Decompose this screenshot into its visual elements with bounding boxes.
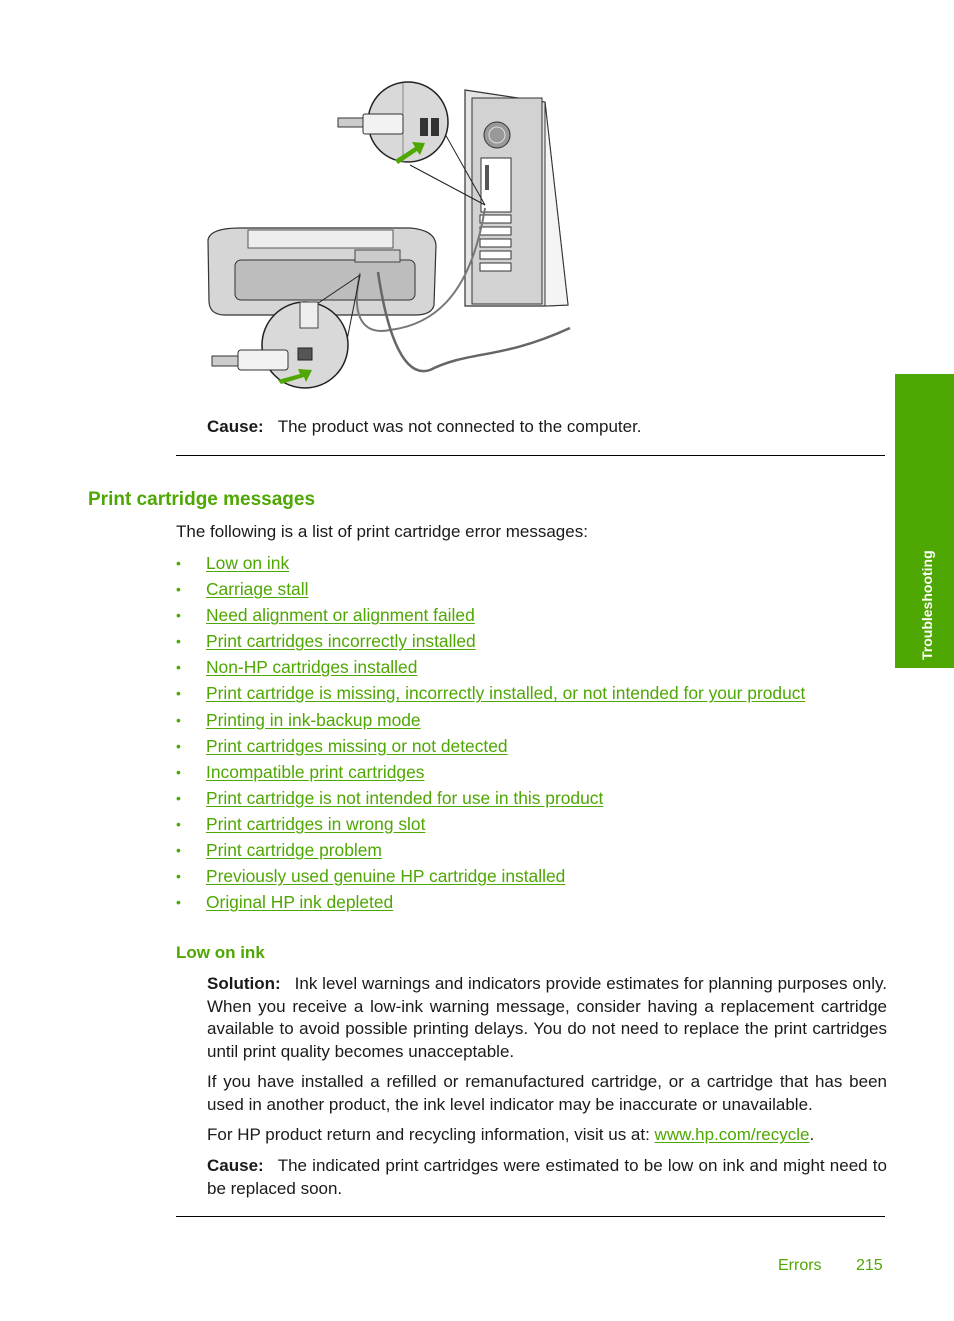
recycle-paragraph: For HP product return and recycling info… — [207, 1124, 887, 1147]
cause-paragraph: Cause: The indicated print cartridges wer… — [207, 1155, 887, 1200]
bullet-icon: • — [176, 607, 181, 624]
bullet-icon: • — [176, 633, 181, 650]
list-item: • Print cartridges incorrectly installed — [176, 629, 805, 655]
list-item: • Print cartridge problem — [176, 838, 805, 864]
bullet-icon: • — [176, 868, 181, 885]
subsection-heading: Low on ink — [176, 943, 265, 962]
chapter-tab-label: Troubleshooting — [918, 550, 935, 660]
error-message-link[interactable]: Print cartridges in wrong slot — [206, 812, 425, 838]
recycle-prefix: For HP product return and recycling info… — [207, 1125, 655, 1144]
recycle-suffix: . — [809, 1125, 815, 1144]
error-message-link[interactable]: Print cartridges missing or not detected — [206, 734, 508, 760]
refill-paragraph: If you have installed a refilled or rema… — [207, 1072, 887, 1114]
solution-text: Ink level warnings and indicators provid… — [207, 974, 887, 1061]
error-message-link[interactable]: Printing in ink-backup mode — [206, 708, 421, 734]
recycle-link[interactable]: www.hp.com/recycle — [655, 1125, 810, 1144]
error-message-link[interactable]: Carriage stall — [206, 577, 308, 603]
page-number: 215 — [856, 1257, 883, 1274]
list-item: • Original HP ink depleted — [176, 890, 805, 916]
footer-section: Errors — [778, 1257, 822, 1274]
bullet-icon: • — [176, 581, 181, 598]
error-message-link[interactable]: Previously used genuine HP cartridge ins… — [206, 864, 565, 890]
list-item: • Previously used genuine HP cartridge in… — [176, 864, 805, 890]
bullet-icon: • — [176, 685, 181, 702]
computer-usb-inset — [337, 81, 486, 206]
section-heading: Print cartridge messages — [88, 489, 316, 510]
connection-cause: Cause: The product was not connected to t… — [207, 416, 642, 438]
error-message-link[interactable]: Low on ink — [206, 551, 289, 577]
error-message-link[interactable]: Original HP ink depleted — [206, 890, 393, 916]
error-message-link[interactable]: Print cartridge is not intended for use … — [206, 786, 603, 812]
bullet-icon: • — [176, 659, 181, 676]
list-item: • Print cartridges in wrong slot — [176, 812, 805, 838]
error-message-link[interactable]: Incompatible print cartridges — [206, 760, 424, 786]
error-message-list: • Low on ink • Carriage stall • Need alignmen… — [176, 551, 805, 916]
chapter-tab: Troubleshooting — [895, 374, 954, 668]
list-item: • Need alignment or alignment failed — [176, 603, 805, 629]
list-item: • Print cartridge is missing, incorrectly… — [176, 681, 805, 707]
usb-connection-illustration — [207, 81, 571, 389]
error-message-link[interactable]: Print cartridge is missing, incorrectly … — [206, 681, 805, 707]
error-message-link[interactable]: Non-HP cartridges installed — [206, 655, 417, 681]
bullet-icon: • — [176, 815, 181, 832]
computer-tower — [464, 89, 569, 307]
cause-label: Cause: — [207, 417, 264, 436]
bullet-icon: • — [176, 555, 181, 571]
error-message-link[interactable]: Print cartridge problem — [206, 838, 382, 864]
cause-text: The indicated print cartridges were esti… — [207, 1156, 887, 1198]
list-item: • Carriage stall — [176, 577, 805, 603]
error-message-link[interactable]: Print cartridges incorrectly installed — [206, 629, 476, 655]
bullet-icon: • — [176, 711, 181, 728]
cause-text: The product was not connected to the com… — [277, 417, 642, 436]
bullet-icon: • — [176, 894, 181, 911]
printer — [207, 227, 437, 316]
error-message-link[interactable]: Need alignment or alignment failed — [206, 603, 475, 629]
list-item: • Incompatible print cartridges — [176, 760, 805, 786]
solution-paragraph: Solution: Ink level warnings and indicato… — [207, 973, 887, 1063]
bullet-icon: • — [176, 737, 181, 754]
bullet-icon: • — [176, 789, 181, 806]
solution-label: Solution: — [207, 974, 281, 993]
list-item: • Print cartridges missing or not detecte… — [176, 734, 805, 760]
divider — [176, 455, 885, 456]
bullet-icon: • — [176, 842, 181, 859]
section-intro: The following is a list of print cartrid… — [176, 522, 588, 541]
list-item: • Low on ink — [176, 551, 805, 577]
bullet-icon: • — [176, 763, 181, 780]
cause-label: Cause: — [207, 1156, 264, 1175]
list-item: • Printing in ink-backup mode — [176, 708, 805, 734]
list-item: • Print cartridge is not intended for use… — [176, 786, 805, 812]
list-item: • Non-HP cartridges installed — [176, 655, 805, 681]
divider — [176, 1216, 885, 1217]
